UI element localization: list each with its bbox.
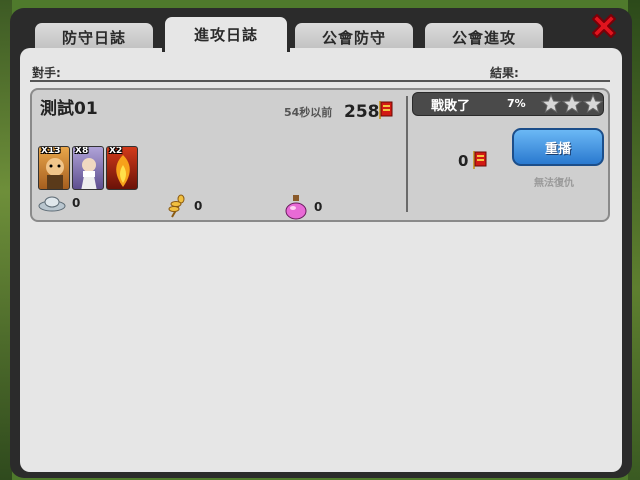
silver-ingot-icon (38, 196, 66, 212)
silver-value: 0 (72, 196, 81, 210)
potion-loot: 0 (284, 194, 322, 220)
wheat-value: 0 (194, 199, 203, 213)
opponent-column-header: 對手: (32, 66, 61, 80)
trophy-change: 0 (458, 152, 469, 170)
warrior-unit-icon: X13 (38, 146, 70, 190)
tab-attack-log[interactable]: 進攻日誌 (162, 14, 290, 52)
wheat-icon (168, 194, 185, 218)
potion-icon (285, 195, 307, 220)
trophy-value: 258 (344, 102, 380, 122)
star-icon (541, 94, 561, 114)
mage-unit-icon: X8 (72, 146, 104, 190)
banner-icon (378, 100, 394, 124)
revenge-status: 無法復仇 (534, 178, 574, 189)
fire-dragon-unit-icon: X2 (106, 146, 138, 190)
unit-count: X13 (41, 146, 61, 156)
star-icon (562, 94, 582, 114)
wheat-loot: 0 (166, 194, 202, 218)
header-divider (30, 80, 610, 82)
potion-value: 0 (314, 200, 323, 214)
card-divider (406, 96, 408, 212)
attack-log-entry: 測試01 54秒以前 258 X13 X8 X2 0 0 0 戰敗了 7% 0 … (30, 88, 610, 222)
troop-list: X13 X8 X2 (38, 146, 138, 190)
replay-button[interactable]: 重播 (512, 128, 604, 166)
star-icon (583, 94, 603, 114)
unit-count: X8 (75, 146, 89, 156)
result-column-header: 結果: (490, 66, 519, 80)
time-ago: 54秒以前 (284, 106, 333, 119)
banner-icon (472, 150, 488, 174)
destruction-percent: 7% (507, 97, 526, 110)
battle-result-text: 戰敗了 (431, 99, 471, 114)
close-button[interactable] (586, 8, 622, 44)
star-rating (541, 94, 603, 114)
battle-result-bar: 戰敗了 7% (412, 92, 604, 116)
opponent-name: 測試01 (40, 99, 98, 119)
unit-count: X2 (109, 146, 123, 156)
silver-loot: 0 (38, 194, 80, 212)
close-icon (592, 14, 616, 38)
